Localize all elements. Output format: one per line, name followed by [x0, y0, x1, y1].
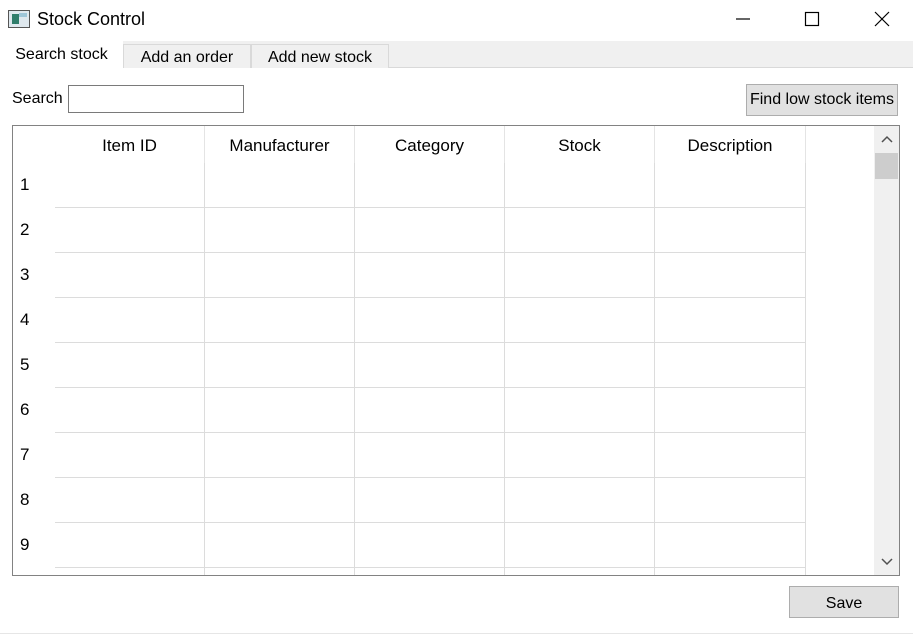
table-cell[interactable]	[655, 343, 806, 388]
table-cell[interactable]	[505, 343, 655, 388]
column-header-manufacturer[interactable]: Manufacturer	[205, 126, 355, 164]
table-cell[interactable]	[55, 298, 205, 343]
minimize-icon	[736, 18, 750, 20]
tab-add-an-order[interactable]: Add an order	[123, 44, 251, 68]
row-header[interactable]: 9	[13, 523, 55, 568]
table-cell[interactable]	[55, 523, 205, 568]
table-cell[interactable]	[205, 253, 355, 298]
stock-table[interactable]: Item ID Manufacturer Category Stock Desc…	[12, 125, 900, 576]
maximize-button[interactable]	[789, 0, 835, 38]
column-header-stock[interactable]: Stock	[505, 126, 655, 164]
close-icon	[874, 11, 890, 27]
find-low-stock-button[interactable]: Find low stock items	[746, 84, 898, 116]
minimize-button[interactable]	[720, 0, 766, 38]
table-cell[interactable]	[655, 433, 806, 478]
table-cell[interactable]	[205, 568, 355, 575]
table-cell[interactable]	[655, 298, 806, 343]
table-corner	[13, 126, 55, 164]
table-cell[interactable]	[355, 388, 505, 433]
scroll-down-button[interactable]	[874, 549, 899, 575]
table-cell[interactable]	[55, 343, 205, 388]
table-cell[interactable]	[355, 163, 505, 208]
row-header[interactable]: 4	[13, 298, 55, 343]
search-input[interactable]	[68, 85, 244, 113]
row-header[interactable]: 8	[13, 478, 55, 523]
table-cell[interactable]	[655, 568, 806, 575]
chevron-up-icon	[881, 135, 893, 143]
row-header[interactable]: 1	[13, 163, 55, 208]
row-header[interactable]: 5	[13, 343, 55, 388]
window-title: Stock Control	[37, 9, 146, 29]
table-cell[interactable]	[55, 388, 205, 433]
table-cell[interactable]	[505, 253, 655, 298]
row-header[interactable]: 7	[13, 433, 55, 478]
table-cell[interactable]	[55, 478, 205, 523]
table-cell[interactable]	[55, 208, 205, 253]
table-cell[interactable]	[205, 478, 355, 523]
table-cell[interactable]	[355, 298, 505, 343]
table-cell[interactable]	[355, 343, 505, 388]
tab-add-new-stock[interactable]: Add new stock	[251, 44, 389, 68]
table-cell[interactable]	[205, 433, 355, 478]
table-cell[interactable]	[505, 433, 655, 478]
table-cell[interactable]	[505, 568, 655, 575]
table-cell[interactable]	[55, 433, 205, 478]
table-cell[interactable]	[55, 253, 205, 298]
row-header[interactable]: 6	[13, 388, 55, 433]
table-cell[interactable]	[55, 568, 205, 575]
vertical-scrollbar[interactable]	[874, 126, 899, 575]
table-cell[interactable]	[55, 163, 205, 208]
table-cell[interactable]	[505, 523, 655, 568]
table-cell[interactable]	[655, 388, 806, 433]
table-cell[interactable]	[355, 208, 505, 253]
column-header-item-id[interactable]: Item ID	[55, 126, 205, 164]
table-cell[interactable]	[355, 433, 505, 478]
chevron-down-icon	[881, 558, 893, 566]
tab-search-stock[interactable]: Search stock	[0, 41, 123, 69]
table-cell[interactable]	[205, 388, 355, 433]
maximize-icon	[804, 11, 820, 27]
tab-bar: Search stock Add an order Add new stock	[0, 41, 913, 69]
column-header-description[interactable]: Description	[655, 126, 806, 164]
save-button[interactable]: Save	[789, 586, 899, 618]
table-cell[interactable]	[505, 208, 655, 253]
close-button[interactable]	[859, 0, 905, 38]
title-bar: Stock Control	[0, 0, 913, 40]
table-cell[interactable]	[505, 388, 655, 433]
table-cell[interactable]	[655, 208, 806, 253]
table-cell[interactable]	[655, 478, 806, 523]
scrollbar-thumb[interactable]	[875, 153, 898, 179]
table-cell[interactable]	[355, 478, 505, 523]
bottom-divider	[0, 633, 913, 634]
app-window-icon	[8, 10, 30, 28]
table-cell[interactable]	[355, 523, 505, 568]
table-cell[interactable]	[205, 208, 355, 253]
table-cell[interactable]	[655, 163, 806, 208]
table-cell[interactable]	[205, 343, 355, 388]
table-cell[interactable]	[505, 163, 655, 208]
table-cell[interactable]	[355, 253, 505, 298]
table-cell[interactable]	[505, 478, 655, 523]
column-header-category[interactable]: Category	[355, 126, 505, 164]
table-cell[interactable]	[655, 523, 806, 568]
search-label: Search	[12, 90, 63, 107]
row-header[interactable]: 3	[13, 253, 55, 298]
table-cell[interactable]	[205, 298, 355, 343]
table-cell[interactable]	[205, 523, 355, 568]
table-cell[interactable]	[355, 568, 505, 575]
table-cell[interactable]	[655, 253, 806, 298]
scroll-up-button[interactable]	[874, 126, 899, 152]
table-cell[interactable]	[205, 163, 355, 208]
table-cell[interactable]	[505, 298, 655, 343]
row-header[interactable]: 2	[13, 208, 55, 253]
